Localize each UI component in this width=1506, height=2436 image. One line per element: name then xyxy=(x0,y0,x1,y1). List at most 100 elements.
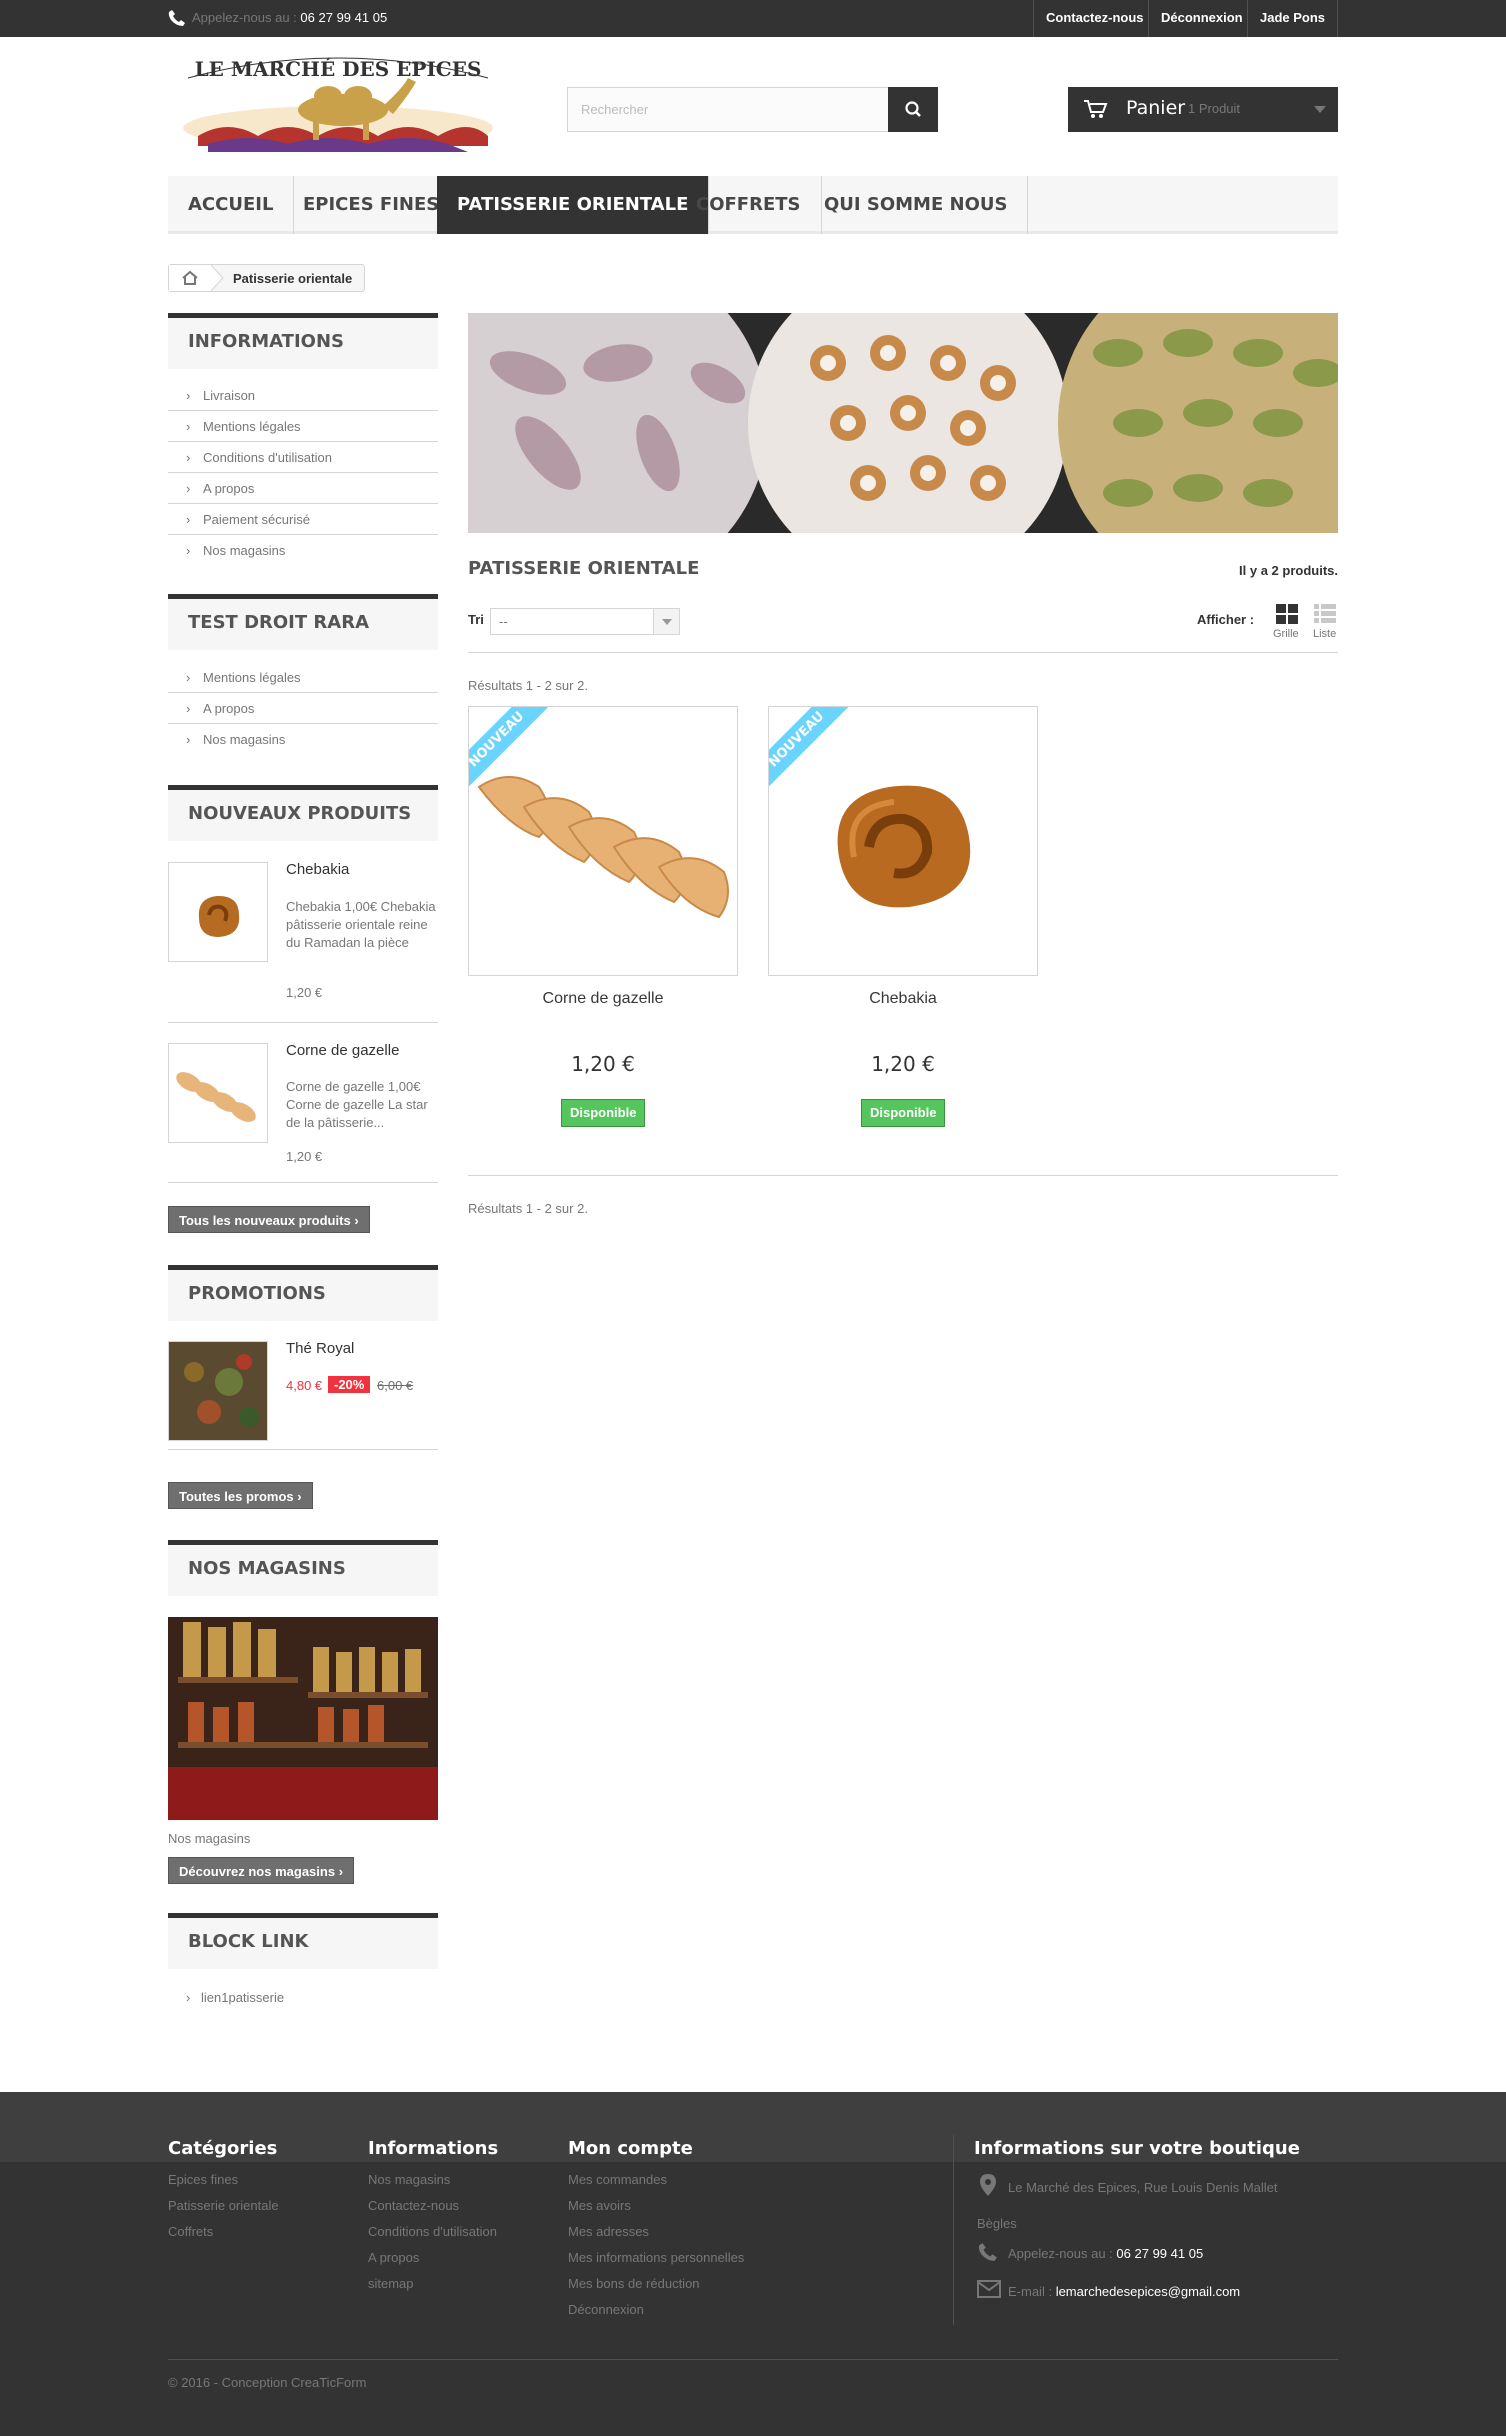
footer-link[interactable]: sitemap xyxy=(368,2271,498,2297)
footer-link[interactable]: Epices fines xyxy=(168,2167,279,2193)
menu-patisserie-orientale[interactable]: Patisserie orientale xyxy=(437,176,710,234)
sort-select-value: -- xyxy=(499,614,508,629)
cart-button[interactable]: Panier 1 Produit xyxy=(1068,87,1338,132)
menu-accueil[interactable]: Accueil xyxy=(168,176,295,234)
block-stores-title[interactable]: Nos magasins xyxy=(168,1540,438,1596)
display-label: Afficher : xyxy=(1197,612,1255,627)
discover-stores-button[interactable]: Découvrez nos magasins › xyxy=(168,1857,355,1884)
footer-categories: Catégories Epices fines Patisserie orien… xyxy=(168,2138,279,2245)
product-price-chebakia: 1,20 € xyxy=(871,1052,935,1076)
info-link-livraison[interactable]: Livraison xyxy=(168,380,438,411)
category-title: Patisserie orientale xyxy=(468,558,700,579)
divider xyxy=(468,1175,1338,1176)
block-test-droit-title[interactable]: Test droit rara xyxy=(168,594,438,650)
info-link-apropos[interactable]: A propos xyxy=(168,473,438,504)
block-link-item[interactable]: lien1patisserie xyxy=(168,1982,438,2013)
divider xyxy=(168,1182,438,1183)
block-informations-list: Livraison Mentions légales Conditions d'… xyxy=(168,380,438,566)
sort-select[interactable]: -- xyxy=(490,608,680,635)
view-list-button[interactable]: Liste xyxy=(1310,604,1340,644)
footer-link[interactable]: Contactez-nous xyxy=(368,2193,498,2219)
test-link-magasins[interactable]: Nos magasins xyxy=(168,724,438,755)
store-address-line2: Bègles xyxy=(977,2216,1017,2231)
view-grid-button[interactable]: Grille xyxy=(1270,604,1304,644)
home-icon xyxy=(182,270,198,285)
product-card-corne-de-gazelle[interactable]: Nouveau xyxy=(468,706,738,976)
search-input[interactable]: Rechercher xyxy=(567,87,889,132)
copyright[interactable]: © 2016 - Conception CreaTicForm xyxy=(168,2375,366,2390)
block-new-products-title[interactable]: Nouveaux produits xyxy=(168,785,438,841)
footer-link[interactable]: Mes adresses xyxy=(568,2219,744,2245)
map-marker-icon xyxy=(980,2174,996,2196)
promo-product-name[interactable]: Thé Royal xyxy=(286,1340,354,1357)
footer-link[interactable]: Mes avoirs xyxy=(568,2193,744,2219)
list-icon xyxy=(1314,604,1336,623)
account-link[interactable]: Jade Pons xyxy=(1247,0,1339,37)
info-link-conditions[interactable]: Conditions d'utilisation xyxy=(168,442,438,473)
footer-link[interactable]: Mes bons de réduction xyxy=(568,2271,744,2297)
product-name-corne-de-gazelle[interactable]: Corne de gazelle xyxy=(468,990,738,1008)
footer-link[interactable]: Mes informations personnelles xyxy=(568,2245,744,2271)
footer-link[interactable]: Nos magasins xyxy=(368,2167,498,2193)
all-promos-button[interactable]: Toutes les promos › xyxy=(168,1482,313,1509)
product-card-chebakia[interactable]: Nouveau xyxy=(768,706,1038,976)
cart-label: Panier xyxy=(1126,97,1186,119)
test-link-mentions[interactable]: Mentions légales xyxy=(168,662,438,693)
footer-link[interactable]: Mes commandes xyxy=(568,2167,744,2193)
footer-account: Mon compte Mes commandes Mes avoirs Mes … xyxy=(568,2138,744,2323)
all-new-products-button[interactable]: Tous les nouveaux produits › xyxy=(168,1206,370,1233)
product-count: Il y a 2 produits. xyxy=(1239,563,1338,578)
footer-link[interactable]: A propos xyxy=(368,2245,498,2271)
topbar-phone: Appelez-nous au : 06 27 99 41 05 xyxy=(192,10,388,25)
store-email-link[interactable]: lemarchedesepices@gmail.com xyxy=(1056,2284,1240,2299)
footer-informations-title: Informations xyxy=(368,2138,499,2159)
block-link-title[interactable]: Block link xyxy=(168,1913,438,1969)
footer-bottom-divider xyxy=(168,2359,1338,2360)
view-grid-label: Grille xyxy=(1273,628,1299,640)
logo-text: LE MARCHÉ DES EPICES xyxy=(195,57,482,81)
info-link-magasins[interactable]: Nos magasins xyxy=(168,535,438,566)
footer-link[interactable]: Déconnexion xyxy=(568,2297,744,2323)
new-product-price-chebakia: 1,20 € xyxy=(286,985,323,1000)
divider xyxy=(468,652,1338,653)
new-product-name-chebakia[interactable]: Chebakia xyxy=(286,861,349,878)
info-link-paiement[interactable]: Paiement sécurisé xyxy=(168,504,438,535)
contact-link[interactable]: Contactez-nous xyxy=(1033,0,1156,37)
store-phone: Appelez-nous au : 06 27 99 41 05 xyxy=(1008,2246,1204,2261)
menu-epices-fines[interactable]: Epices fines xyxy=(283,176,461,234)
divider xyxy=(168,1449,438,1450)
chevron-down-icon xyxy=(1314,106,1326,113)
new-product-name-corne[interactable]: Corne de gazelle xyxy=(286,1042,399,1059)
phone-icon xyxy=(978,2243,997,2261)
menu-qui-somme-nous[interactable]: Qui somme nous xyxy=(804,176,1029,234)
site-logo[interactable]: LE MARCHÉ DES EPICES xyxy=(168,48,508,158)
footer-link[interactable]: Conditions d'utilisation xyxy=(368,2219,498,2245)
breadcrumb-home[interactable] xyxy=(169,265,211,291)
store-image[interactable] xyxy=(168,1617,438,1820)
new-product-thumb-corne[interactable] xyxy=(168,1043,268,1143)
test-link-apropos[interactable]: A propos xyxy=(168,693,438,724)
new-product-price-corne: 1,20 € xyxy=(286,1149,323,1164)
footer-link[interactable]: Patisserie orientale xyxy=(168,2193,279,2219)
promo-product-thumb[interactable] xyxy=(168,1341,268,1441)
block-test-droit-list: Mentions légales A propos Nos magasins xyxy=(168,662,438,755)
menu-coffrets[interactable]: Coffrets xyxy=(676,176,822,234)
chevron-right-icon: › xyxy=(354,1213,359,1228)
block-informations-title[interactable]: Informations xyxy=(168,313,438,369)
logout-link[interactable]: Déconnexion xyxy=(1148,0,1255,37)
info-link-mentions[interactable]: Mentions légales xyxy=(168,411,438,442)
availability-badge: Disponible xyxy=(561,1099,646,1127)
product-price-corne-de-gazelle: 1,20 € xyxy=(571,1052,635,1076)
store-address-line1: Le Marché des Epices, Rue Louis Denis Ma… xyxy=(1008,2180,1278,2195)
discount-badge: -20% xyxy=(328,1376,371,1393)
category-banner xyxy=(468,313,1338,533)
new-product-thumb-chebakia[interactable] xyxy=(168,862,268,962)
block-promotions-title[interactable]: Promotions xyxy=(168,1265,438,1321)
search-button[interactable] xyxy=(888,87,938,132)
divider xyxy=(168,1022,438,1023)
breadcrumb-current: Patisserie orientale xyxy=(233,271,353,286)
footer-link[interactable]: Coffrets xyxy=(168,2219,279,2245)
sort-label: Tri xyxy=(468,612,484,627)
product-name-chebakia[interactable]: Chebakia xyxy=(768,990,1038,1008)
chevron-right-icon: › xyxy=(338,1864,344,1879)
